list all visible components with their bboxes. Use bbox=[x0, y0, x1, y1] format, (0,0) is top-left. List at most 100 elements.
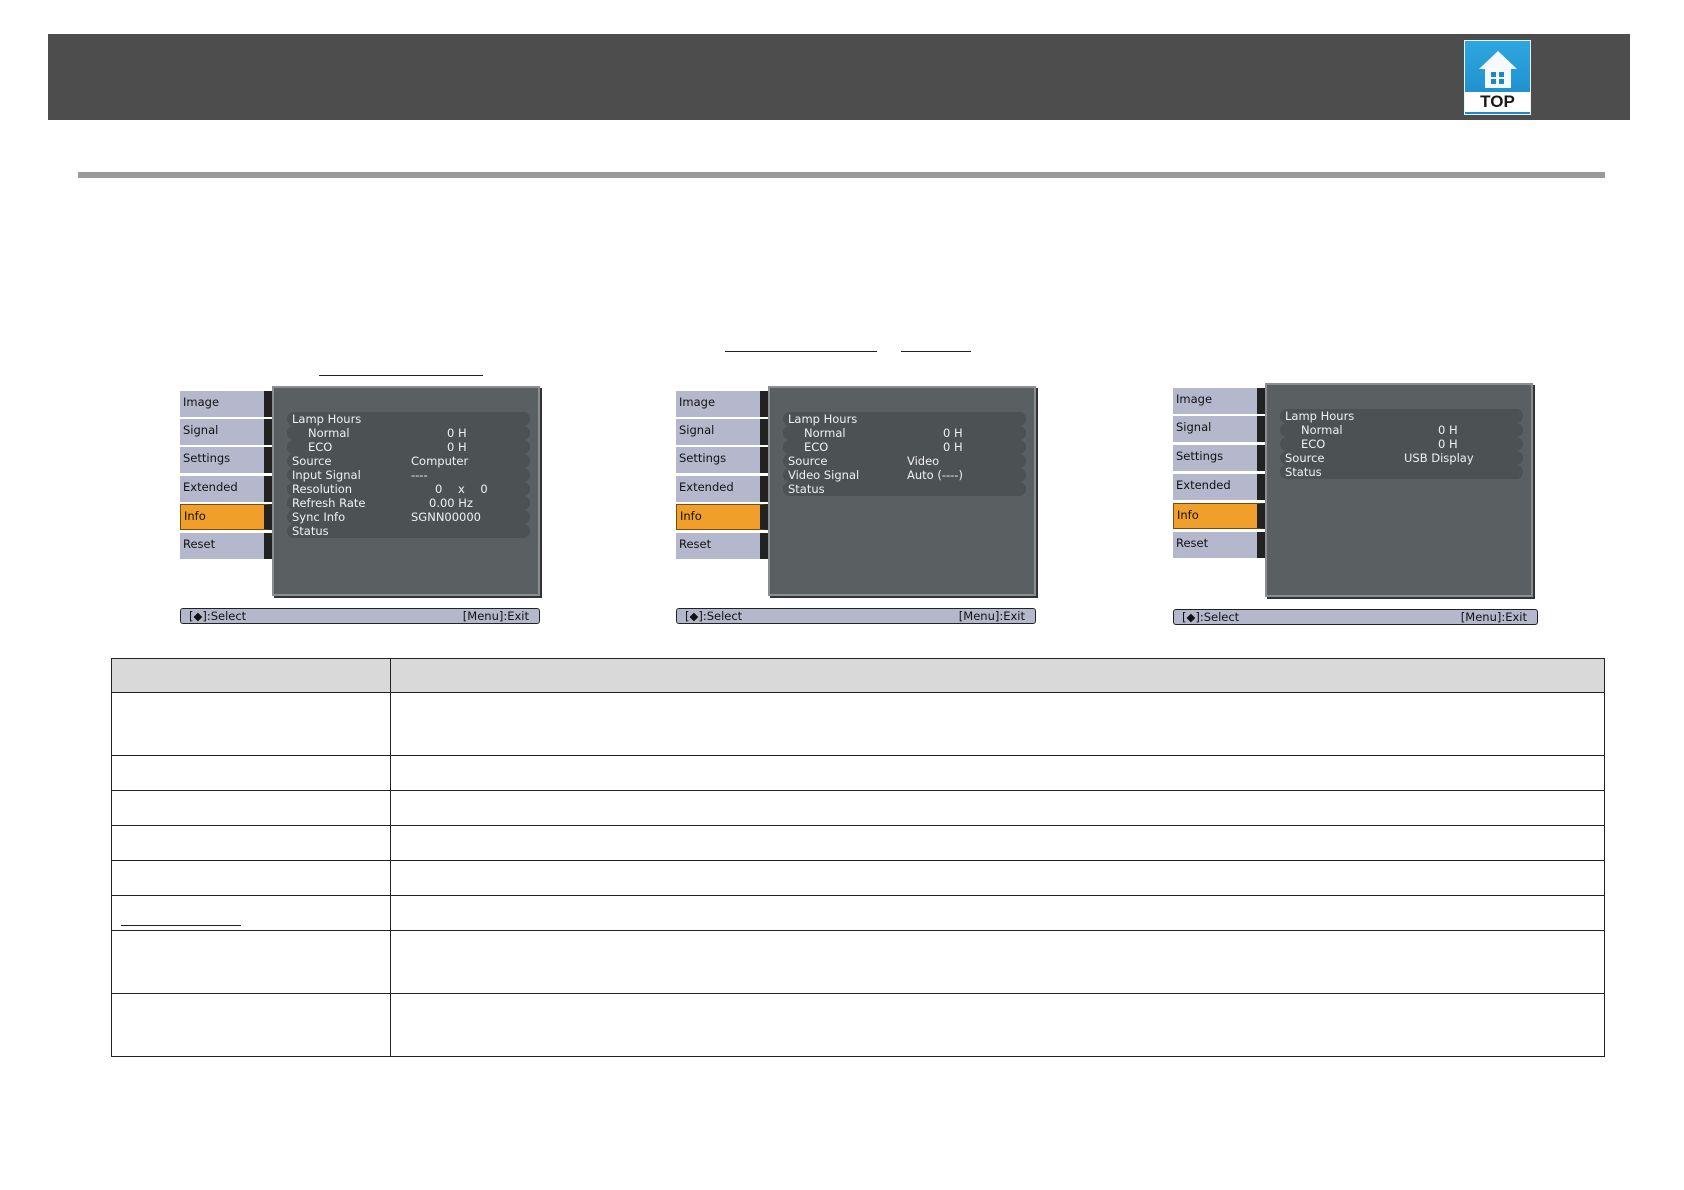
info-row: ECO 0 H bbox=[783, 440, 1026, 454]
info-key: Refresh Rate bbox=[292, 496, 366, 510]
menu-tab-image[interactable]: Image bbox=[180, 391, 272, 417]
info-row: Normal 0 H bbox=[783, 426, 1026, 440]
info-row: Lamp Hours bbox=[287, 412, 530, 426]
menu-tab-signal[interactable]: Signal bbox=[180, 419, 272, 445]
table-row bbox=[111, 895, 1605, 931]
table-cell bbox=[390, 692, 1605, 756]
menu-tab-reset[interactable]: Reset bbox=[180, 533, 272, 559]
info-key: ECO bbox=[1301, 437, 1326, 451]
section-divider bbox=[78, 172, 1605, 178]
menu-tab-extended[interactable]: Extended bbox=[180, 476, 272, 502]
table-header-cell bbox=[111, 658, 391, 693]
menu-tab-image[interactable]: Image bbox=[676, 391, 768, 417]
select-hint: [◆]:Select bbox=[685, 609, 743, 623]
exit-hint: [Menu]:Exit bbox=[462, 609, 529, 623]
home-icon-body bbox=[1485, 68, 1511, 88]
home-icon bbox=[1479, 51, 1517, 69]
menu-tab-info[interactable]: Info bbox=[1173, 503, 1265, 529]
info-value: 0 H bbox=[943, 440, 963, 454]
table-cell bbox=[390, 790, 1605, 826]
menu-key-guide: [◆]:Select [Menu]:Exit bbox=[676, 608, 1036, 624]
menu-tab-image[interactable]: Image bbox=[1173, 388, 1265, 414]
page-header-bar bbox=[48, 34, 1630, 120]
info-key: Source bbox=[292, 454, 332, 468]
table-row bbox=[111, 825, 1605, 861]
info-row: Input Signal ---- bbox=[287, 468, 530, 482]
exit-hint: [Menu]:Exit bbox=[1460, 610, 1527, 624]
link-underline[interactable] bbox=[901, 351, 971, 352]
info-value: 0 x 0 bbox=[435, 482, 488, 496]
info-key: Sync Info bbox=[292, 510, 346, 524]
info-key: Status bbox=[788, 482, 825, 496]
info-value: 0 H bbox=[1438, 423, 1458, 437]
exit-hint: [Menu]:Exit bbox=[958, 609, 1025, 623]
info-key: Source bbox=[788, 454, 828, 468]
table-header-row bbox=[111, 658, 1605, 693]
table-cell bbox=[390, 895, 1605, 931]
menu-tab-info[interactable]: Info bbox=[180, 504, 272, 530]
link-underline[interactable] bbox=[319, 375, 483, 376]
info-key: Source bbox=[1285, 451, 1325, 465]
menu-tab-signal[interactable]: Signal bbox=[676, 419, 768, 445]
link-underline[interactable] bbox=[725, 351, 877, 352]
info-key: Input Signal bbox=[292, 468, 361, 482]
info-value: Auto (----) bbox=[907, 468, 963, 482]
info-key: Lamp Hours bbox=[292, 412, 362, 426]
menu-tab-extended[interactable]: Extended bbox=[676, 476, 768, 502]
link-underline[interactable] bbox=[121, 924, 241, 926]
info-row: Lamp Hours bbox=[1280, 409, 1523, 423]
info-row: Refresh Rate 0.00 Hz bbox=[287, 496, 530, 510]
menu-tab-info[interactable]: Info bbox=[676, 504, 768, 530]
info-row: Sync Info SGNN00000 bbox=[287, 510, 530, 524]
info-key: Normal bbox=[1301, 423, 1343, 437]
table-row bbox=[111, 790, 1605, 826]
info-key: Normal bbox=[804, 426, 846, 440]
info-value: 0 H bbox=[447, 440, 467, 454]
info-row: Status bbox=[287, 524, 530, 538]
info-value: 0 H bbox=[447, 426, 467, 440]
info-menu-usb-display: Image Signal Settings Extended Info Rese… bbox=[1173, 383, 1548, 633]
info-key: Lamp Hours bbox=[1285, 409, 1355, 423]
menu-tab-settings[interactable]: Settings bbox=[180, 447, 272, 473]
info-items-table bbox=[111, 658, 1605, 1057]
table-cell bbox=[390, 993, 1605, 1057]
menu-tab-reset[interactable]: Reset bbox=[676, 533, 768, 559]
info-row: Status bbox=[1280, 465, 1523, 479]
top-label: TOP bbox=[1465, 92, 1530, 112]
table-cell bbox=[111, 895, 391, 931]
table-cell bbox=[111, 755, 391, 791]
info-value: ---- bbox=[411, 468, 428, 482]
menu-tab-extended[interactable]: Extended bbox=[1173, 474, 1265, 500]
menu-tab-settings[interactable]: Settings bbox=[1173, 445, 1265, 471]
table-header-cell bbox=[390, 658, 1605, 693]
info-panel: Lamp Hours Normal 0 H ECO 0 H Source Video … bbox=[768, 386, 1036, 596]
top-home-button[interactable]: TOP bbox=[1464, 40, 1531, 115]
table-cell bbox=[390, 860, 1605, 896]
table-row bbox=[111, 692, 1605, 756]
info-panel: Lamp Hours Normal 0 H ECO 0 H Source Comput… bbox=[272, 386, 540, 596]
menu-tab-signal[interactable]: Signal bbox=[1173, 416, 1265, 442]
info-row: ECO 0 H bbox=[287, 440, 530, 454]
info-value: SGNN00000 bbox=[411, 510, 481, 524]
info-row: Lamp Hours bbox=[783, 412, 1026, 426]
info-menu-computer: Image Signal Settings Extended Info Rese… bbox=[180, 386, 555, 636]
info-value: Video bbox=[907, 454, 940, 468]
info-row: Source Computer bbox=[287, 454, 530, 468]
select-hint: [◆]:Select bbox=[1182, 610, 1240, 624]
table-cell bbox=[111, 860, 391, 896]
info-key: Status bbox=[292, 524, 329, 538]
info-menu-video: Image Signal Settings Extended Info Rese… bbox=[676, 386, 1051, 636]
info-key: Normal bbox=[308, 426, 350, 440]
info-value: 0.00 Hz bbox=[429, 496, 473, 510]
info-row: Normal 0 H bbox=[1280, 423, 1523, 437]
menu-tab-reset[interactable]: Reset bbox=[1173, 532, 1265, 558]
info-key: Video Signal bbox=[788, 468, 860, 482]
info-value: USB Display bbox=[1404, 451, 1474, 465]
table-row bbox=[111, 755, 1605, 791]
table-row bbox=[111, 993, 1605, 1057]
info-panel: Lamp Hours Normal 0 H ECO 0 H Source USB Di… bbox=[1265, 383, 1533, 597]
info-key: ECO bbox=[804, 440, 829, 454]
menu-tab-settings[interactable]: Settings bbox=[676, 447, 768, 473]
info-key: Lamp Hours bbox=[788, 412, 858, 426]
menu-key-guide: [◆]:Select [Menu]:Exit bbox=[1173, 609, 1538, 625]
